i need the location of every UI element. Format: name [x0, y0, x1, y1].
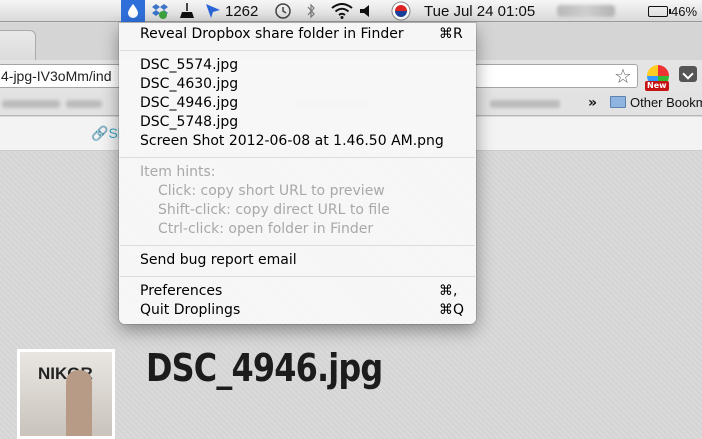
menu-separator — [120, 276, 475, 277]
image-thumbnail[interactable]: NIKOR — [17, 349, 115, 439]
input-source-flag-icon[interactable] — [391, 0, 411, 22]
shortcut-preferences: ⌘, — [439, 283, 458, 299]
hint-shift-click: Shift-click: copy direct URL to file — [158, 202, 390, 218]
folder-icon — [610, 96, 626, 108]
menu-item-file[interactable]: DSC_4946.jpg — [140, 94, 238, 113]
menu-separator — [120, 50, 475, 51]
time-machine-icon[interactable] — [274, 0, 292, 22]
hint-click: Click: copy short URL to preview — [158, 183, 385, 199]
browser-tab[interactable] — [0, 30, 36, 60]
droplings-menu: Reveal Dropbox share folder in Finder ⌘R… — [119, 23, 476, 324]
extension-new-badge: New — [645, 81, 669, 91]
pocket-icon[interactable] — [679, 66, 697, 82]
other-bookmarks-link[interactable]: Other Bookm — [630, 95, 702, 110]
user-name-blurred[interactable] — [557, 0, 615, 22]
menu-item-bug-report[interactable]: Send bug report email — [140, 251, 297, 270]
link-icon: 🔗 — [91, 125, 109, 141]
menu-item-quit[interactable]: Quit Droplings — [140, 301, 240, 320]
shortcut-reveal: ⌘R — [439, 26, 463, 42]
bluetooth-icon[interactable] — [306, 0, 316, 22]
dropbox-status-icon[interactable] — [151, 0, 169, 22]
menu-separator — [120, 245, 475, 246]
notification-count[interactable]: 1262 — [225, 0, 258, 22]
menu-item-reveal-folder[interactable]: Reveal Dropbox share folder in Finder — [140, 25, 404, 44]
hint-ctrl-click: Ctrl-click: open folder in Finder — [158, 221, 374, 237]
menu-item-file[interactable]: Screen Shot 2012-06-08 at 1.46.50 AM.png — [140, 132, 444, 151]
hints-title: Item hints: — [140, 164, 216, 180]
bookmark-blurred-1[interactable] — [2, 100, 60, 108]
shortcut-quit: ⌘Q — [439, 302, 465, 318]
bookmark-blurred-2[interactable] — [66, 100, 102, 108]
bookmark-star-icon[interactable]: ☆ — [614, 64, 632, 88]
battery-percent: 46% — [671, 3, 698, 19]
menubar: 1262 Tue Jul 24 01:05 46% — [0, 0, 702, 22]
wifi-icon[interactable] — [331, 0, 353, 22]
menu-item-file[interactable]: DSC_5574.jpg — [140, 56, 238, 75]
thumbnail-figure — [66, 370, 92, 436]
cursor-arrow-icon[interactable] — [205, 0, 221, 22]
bookmarks-overflow-chevron-icon[interactable]: » — [588, 95, 597, 111]
clock-datetime[interactable]: Tue Jul 24 01:05 — [424, 0, 535, 22]
menu-item-preferences[interactable]: Preferences — [140, 282, 222, 301]
volume-icon[interactable] — [360, 0, 372, 22]
menu-item-file[interactable]: DSC_5748.jpg — [140, 113, 238, 132]
menu-separator — [120, 157, 475, 158]
battery-status[interactable]: 46% — [648, 0, 697, 22]
bookmark-blurred-4[interactable] — [490, 100, 560, 108]
broom-icon[interactable] — [179, 0, 195, 22]
file-title: DSC_4946.jpg — [146, 346, 383, 390]
droplings-menu-icon[interactable] — [121, 0, 145, 22]
battery-icon — [648, 5, 671, 17]
menu-item-file[interactable]: DSC_4630.jpg — [140, 75, 238, 94]
